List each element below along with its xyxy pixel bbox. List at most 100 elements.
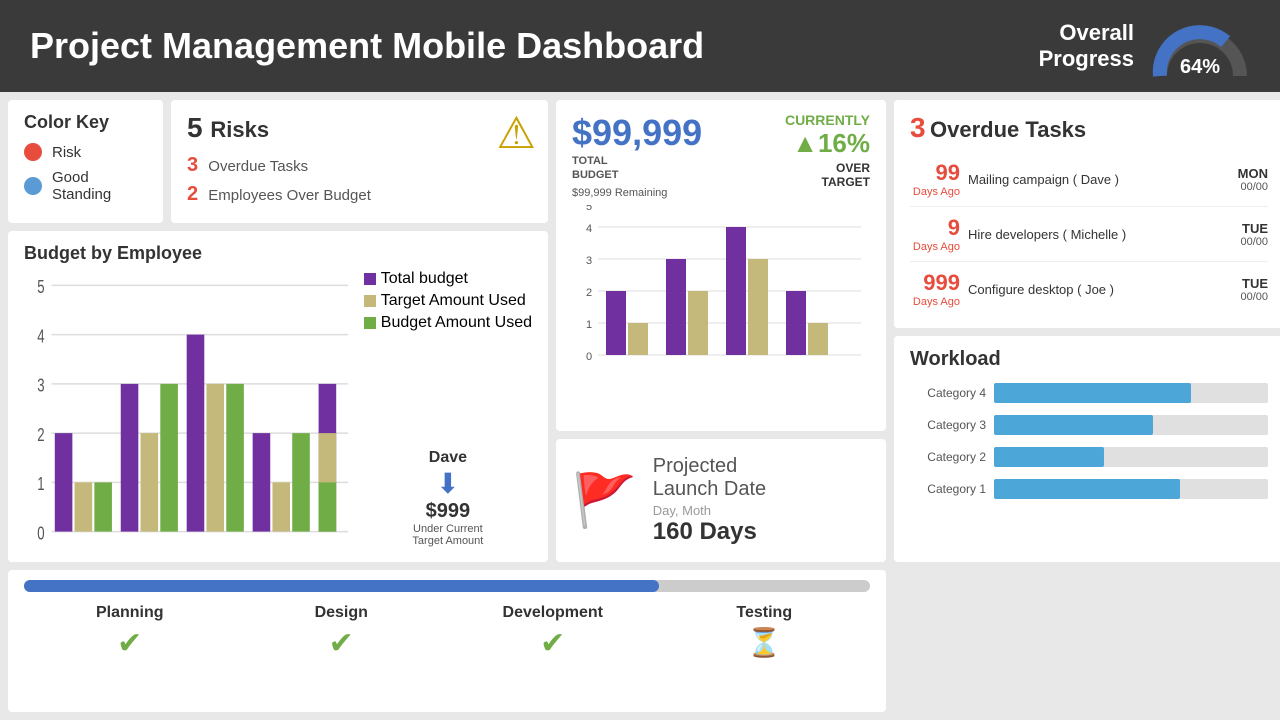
dave-name: Dave xyxy=(364,449,532,467)
task-2-name: Hire developers ( Michelle ) xyxy=(968,227,1232,242)
launch-card: 🚩 ProjectedLaunch Date Day, Moth 160 Day… xyxy=(556,439,886,562)
key-item-risk: Risk xyxy=(24,143,147,161)
svg-text:0: 0 xyxy=(586,351,592,363)
overdue-header: 3 Overdue Tasks xyxy=(910,112,1268,144)
development-check-icon: ✔ xyxy=(447,626,659,661)
overdue-label: Overdue Tasks xyxy=(208,158,308,175)
planning-check-icon: ✔ xyxy=(24,626,236,661)
launch-date: Day, Moth xyxy=(653,503,766,518)
budget-right: CURRENTLY ▲16% OVERTARGET xyxy=(785,112,870,189)
color-key-title: Color Key xyxy=(24,112,147,133)
standing-dot xyxy=(24,177,42,195)
phase-design: Design ✔ xyxy=(236,604,448,661)
launch-days: 160 Days xyxy=(653,518,766,546)
budget-employee-title: Budget by Employee xyxy=(24,243,532,264)
task-1-name: Mailing campaign ( Dave ) xyxy=(968,172,1230,187)
phase-testing: Testing ⏳ xyxy=(659,604,871,661)
progress-fill xyxy=(24,580,659,592)
dave-callout: Dave ⬇ $999 Under CurrentTarget Amount xyxy=(364,449,532,547)
task-2-days: 9 xyxy=(910,215,960,241)
phase-testing-label: Testing xyxy=(659,604,871,622)
launch-title: ProjectedLaunch Date xyxy=(653,455,766,501)
cat3-bar-bg xyxy=(994,415,1268,435)
task-1-day-num: 00/00 xyxy=(1238,181,1268,193)
design-check-icon: ✔ xyxy=(236,626,448,661)
overdue-count: 3 xyxy=(187,154,198,176)
svg-text:3: 3 xyxy=(586,255,592,267)
legend-tan-box xyxy=(364,295,376,307)
cat2-bar-bg xyxy=(994,447,1268,467)
task-3-days-label: Days Ago xyxy=(910,296,960,308)
legend-total-label: Total budget xyxy=(381,270,468,288)
header: Project Management Mobile Dashboard Over… xyxy=(0,0,1280,92)
svg-text:5: 5 xyxy=(586,205,592,213)
cat4-bar xyxy=(994,383,1191,403)
svg-text:4: 4 xyxy=(586,223,592,235)
svg-text:3: 3 xyxy=(37,375,44,396)
task-2-days-label: Days Ago xyxy=(910,241,960,253)
phase-design-label: Design xyxy=(236,604,448,622)
cat4-label: Category 4 xyxy=(910,386,986,400)
risks-label: Risks xyxy=(210,117,269,142)
legend-purple-box xyxy=(364,273,376,285)
budget-top-row: $99,999 TOTALBUDGET $99,999 Remaining CU… xyxy=(572,112,870,199)
task-1-days-block: 99 Days Ago xyxy=(910,160,960,198)
employees-label: Employees Over Budget xyxy=(208,187,371,204)
cat3-bar xyxy=(994,415,1153,435)
legend-target: Target Amount Used xyxy=(364,292,532,310)
task-3-date: TUE 00/00 xyxy=(1240,276,1268,303)
workload-row-4: Category 4 xyxy=(910,383,1268,403)
dave-amount: $999 xyxy=(364,500,532,523)
task-1-date: MON 00/00 xyxy=(1238,166,1268,193)
legend-budget: Budget Amount Used xyxy=(364,314,532,332)
overall-progress-label: OverallProgress xyxy=(1039,20,1134,73)
task-3-day-num: 00/00 xyxy=(1240,291,1268,303)
svg-text:4: 4 xyxy=(37,326,44,347)
task-1-days-label: Days Ago xyxy=(910,186,960,198)
progress-donut: 64% xyxy=(1150,11,1250,81)
cat1-bar xyxy=(994,479,1180,499)
cat2-label: Category 2 xyxy=(910,450,986,464)
legend-green-box xyxy=(364,317,376,329)
employees-row: 2 Employees Over Budget xyxy=(187,183,532,206)
budget-remaining: $99,999 Remaining xyxy=(572,187,702,199)
middle-column: $99,999 TOTALBUDGET $99,999 Remaining CU… xyxy=(556,100,886,562)
task-row-1: 99 Days Ago Mailing campaign ( Dave ) MO… xyxy=(910,152,1268,207)
cat2-bar xyxy=(994,447,1104,467)
employees-count: 2 xyxy=(187,183,198,205)
task-2-date: TUE 00/00 xyxy=(1240,221,1268,248)
task-3-name: Configure desktop ( Joe ) xyxy=(968,282,1232,297)
cat3-label: Category 3 xyxy=(910,418,986,432)
page-title: Project Management Mobile Dashboard xyxy=(30,25,704,67)
task-1-day: MON xyxy=(1238,166,1268,181)
overdue-card: 3 Overdue Tasks 99 Days Ago Mailing camp… xyxy=(894,100,1280,328)
budget-top-card: $99,999 TOTALBUDGET $99,999 Remaining CU… xyxy=(556,100,886,431)
top-left-row: Color Key Risk GoodStanding 5 Risks ⚠ xyxy=(8,100,548,223)
progress-percentage: 64% xyxy=(1180,56,1220,79)
over-target-label: OVERTARGET xyxy=(785,161,870,189)
task-1-days: 99 xyxy=(910,160,960,186)
header-progress: OverallProgress 64% xyxy=(1039,11,1250,81)
budget-big-amount: $99,999 TOTALBUDGET $99,999 Remaining xyxy=(572,112,702,199)
budget-legend: Total budget Target Amount Used Budget A… xyxy=(364,270,532,332)
currently-label: CURRENTLY xyxy=(785,112,870,128)
risks-header: 5 Risks xyxy=(187,112,532,144)
budget-content: 0 1 2 3 4 5 xyxy=(24,270,532,547)
budget-amount: $99,999 xyxy=(572,112,702,154)
flag-icon: 🚩 xyxy=(572,470,637,531)
risk-label: Risk xyxy=(52,144,81,161)
phase-planning: Planning ✔ xyxy=(24,604,236,661)
phase-development-label: Development xyxy=(447,604,659,622)
risks-card: 5 Risks ⚠ 3 Overdue Tasks 2 Employees Ov… xyxy=(171,100,548,223)
task-row-2: 9 Days Ago Hire developers ( Michelle ) … xyxy=(910,207,1268,262)
workload-card: Workload Category 4 Category 3 Category … xyxy=(894,336,1280,562)
budget-bar-chart: 0 1 2 3 4 5 xyxy=(24,270,354,547)
testing-pending-icon: ⏳ xyxy=(659,626,871,659)
svg-text:2: 2 xyxy=(586,287,592,299)
dave-sub: Under CurrentTarget Amount xyxy=(364,523,532,547)
svg-text:0: 0 xyxy=(37,523,44,544)
legend-budget-label: Budget Amount Used xyxy=(381,314,532,332)
workload-row-3: Category 3 xyxy=(910,415,1268,435)
task-2-day-num: 00/00 xyxy=(1240,236,1268,248)
overdue-row: 3 Overdue Tasks xyxy=(187,154,532,177)
